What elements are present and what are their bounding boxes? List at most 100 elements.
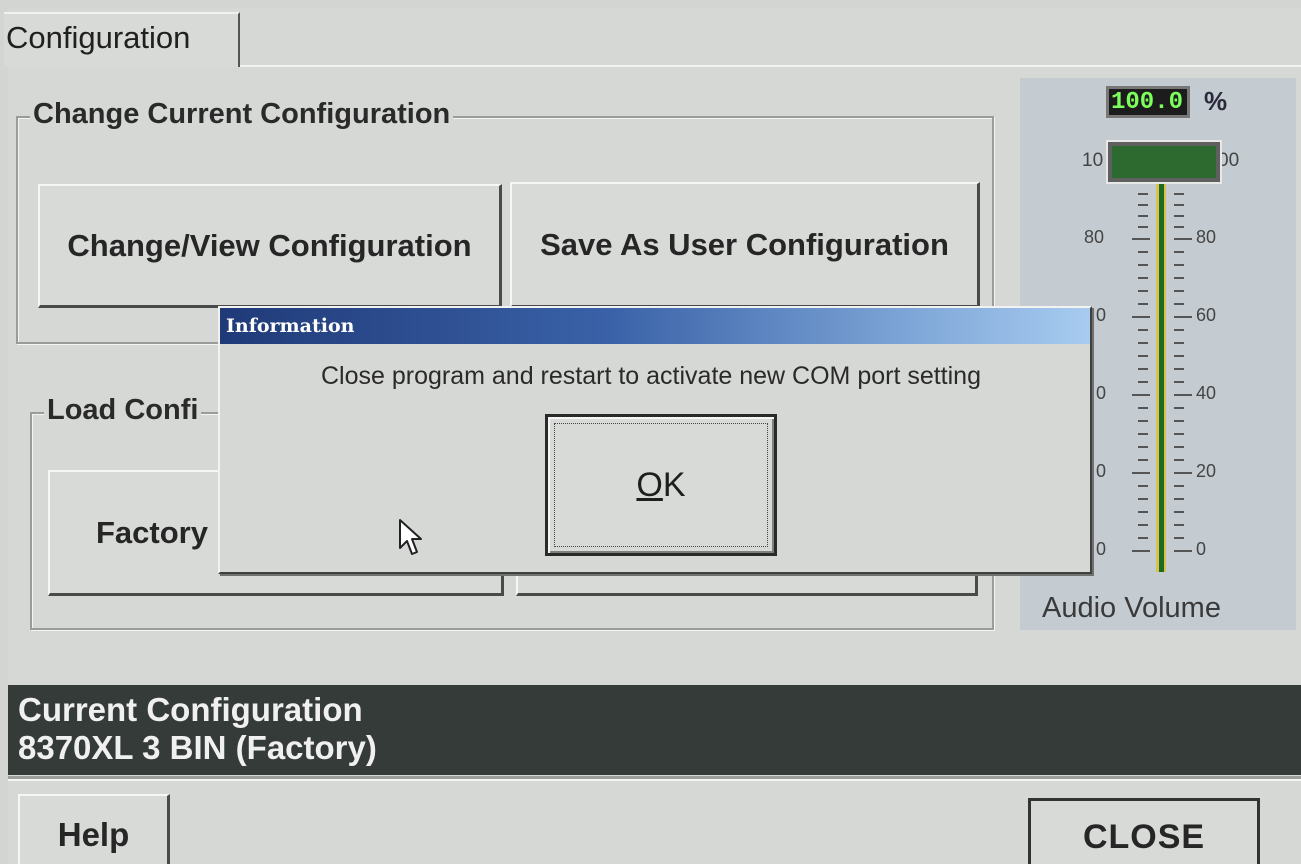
close-button-label: CLOSE bbox=[1082, 818, 1206, 856]
volume-major-tick-right bbox=[1174, 394, 1192, 396]
volume-minor-tick bbox=[1174, 459, 1184, 461]
volume-minor-tick bbox=[1138, 420, 1148, 422]
volume-minor-tick bbox=[1138, 329, 1148, 331]
factory-configuration-label: Factory bbox=[96, 514, 208, 550]
volume-major-tick-right bbox=[1174, 238, 1192, 240]
mouse-pointer-icon bbox=[399, 519, 422, 555]
volume-minor-tick bbox=[1138, 485, 1148, 487]
volume-scale-label-right: 20 bbox=[1196, 461, 1217, 481]
volume-minor-tick bbox=[1174, 446, 1184, 448]
volume-minor-tick bbox=[1138, 537, 1148, 539]
save-as-user-configuration-button[interactable]: Save As User Configuration bbox=[510, 182, 980, 308]
footer-divider-highlight bbox=[8, 779, 1301, 781]
volume-minor-tick bbox=[1138, 511, 1148, 513]
volume-scale-label-left: 0 bbox=[1096, 539, 1107, 559]
dialog-title-bar[interactable]: Information bbox=[220, 308, 1090, 344]
volume-minor-tick bbox=[1138, 204, 1148, 206]
volume-minor-tick bbox=[1174, 277, 1184, 279]
volume-minor-tick bbox=[1138, 193, 1148, 195]
volume-minor-tick bbox=[1174, 329, 1184, 331]
change-view-configuration-label: Change/View Configuration bbox=[67, 227, 472, 263]
volume-minor-tick bbox=[1174, 381, 1184, 383]
information-dialog: Information Close program and restart to… bbox=[218, 306, 1092, 574]
volume-scale-label-right: 40 bbox=[1196, 383, 1217, 403]
volume-minor-tick bbox=[1174, 433, 1184, 435]
volume-minor-tick bbox=[1174, 355, 1184, 357]
tab-configuration-label: Configuration bbox=[6, 20, 191, 55]
change-configuration-group-title: Change Current Configuration bbox=[30, 98, 454, 131]
volume-scale-label-left: 0 bbox=[1096, 305, 1107, 325]
volume-slider-track[interactable] bbox=[1156, 182, 1166, 572]
help-button[interactable]: Help bbox=[18, 794, 170, 864]
volume-minor-tick bbox=[1174, 511, 1184, 513]
volume-percent-unit: % bbox=[1204, 86, 1228, 116]
volume-minor-tick bbox=[1138, 215, 1148, 217]
save-as-user-configuration-label: Save As User Configuration bbox=[540, 226, 949, 262]
volume-minor-tick bbox=[1138, 355, 1148, 357]
volume-minor-tick bbox=[1138, 498, 1148, 500]
volume-minor-tick bbox=[1174, 498, 1184, 500]
volume-minor-tick bbox=[1174, 407, 1184, 409]
volume-major-tick-left bbox=[1132, 238, 1150, 240]
dialog-message: Close program and restart to activate ne… bbox=[320, 362, 981, 390]
volume-major-tick-left bbox=[1132, 472, 1150, 474]
volume-minor-tick bbox=[1174, 485, 1184, 487]
volume-major-tick-right bbox=[1174, 316, 1192, 318]
volume-minor-tick bbox=[1174, 226, 1184, 228]
current-configuration-value: 8370XL 3 BIN (Factory) bbox=[18, 729, 377, 766]
volume-minor-tick bbox=[1138, 407, 1148, 409]
volume-minor-tick bbox=[1138, 446, 1148, 448]
volume-major-tick-left bbox=[1132, 316, 1150, 318]
volume-scale-label-right: 60 bbox=[1196, 305, 1217, 325]
volume-minor-tick bbox=[1138, 264, 1148, 266]
volume-minor-tick bbox=[1138, 433, 1148, 435]
change-view-configuration-button[interactable]: Change/View Configuration bbox=[38, 184, 502, 308]
volume-scale-label-left: 0 bbox=[1096, 461, 1107, 481]
configuration-window: Configuration Change Current Configurati… bbox=[4, 8, 1301, 864]
volume-minor-tick bbox=[1174, 303, 1184, 305]
volume-minor-tick bbox=[1138, 251, 1148, 253]
volume-minor-tick bbox=[1174, 537, 1184, 539]
tab-configuration[interactable]: Configuration bbox=[4, 12, 240, 67]
volume-minor-tick bbox=[1174, 342, 1184, 344]
close-button[interactable]: CLOSE bbox=[1028, 798, 1260, 864]
ok-button[interactable]: OK bbox=[545, 414, 777, 556]
audio-volume-caption: Audio Volume bbox=[1042, 592, 1221, 624]
volume-minor-tick bbox=[1174, 251, 1184, 253]
ok-focus-rect bbox=[554, 423, 768, 547]
volume-minor-tick bbox=[1174, 215, 1184, 217]
volume-major-tick-left bbox=[1132, 550, 1150, 552]
volume-scale-label-right: 80 bbox=[1196, 227, 1217, 247]
volume-minor-tick bbox=[1138, 303, 1148, 305]
volume-minor-tick bbox=[1174, 524, 1184, 526]
volume-label-top-left: 10 bbox=[1082, 150, 1104, 171]
volume-minor-tick bbox=[1174, 193, 1184, 195]
volume-minor-tick bbox=[1174, 264, 1184, 266]
volume-minor-tick bbox=[1174, 204, 1184, 206]
volume-minor-tick bbox=[1138, 277, 1148, 279]
volume-major-tick-left bbox=[1132, 394, 1150, 396]
volume-minor-tick bbox=[1138, 524, 1148, 526]
volume-readout: 100.0 bbox=[1106, 86, 1190, 118]
volume-scale-label-left: 80 bbox=[1084, 227, 1105, 247]
current-configuration-bar: Current Configuration 8370XL 3 BIN (Fact… bbox=[8, 685, 1301, 775]
volume-minor-tick bbox=[1138, 368, 1148, 370]
load-configuration-group-title: Load Confi bbox=[44, 394, 202, 427]
volume-scale-label-right: 0 bbox=[1196, 539, 1207, 559]
volume-minor-tick bbox=[1138, 342, 1148, 344]
dialog-title: Information bbox=[226, 315, 355, 337]
volume-minor-tick bbox=[1138, 290, 1148, 292]
volume-minor-tick bbox=[1138, 459, 1148, 461]
volume-minor-tick bbox=[1174, 368, 1184, 370]
volume-major-tick-right bbox=[1174, 550, 1192, 552]
volume-major-tick-right bbox=[1174, 472, 1192, 474]
volume-label-top-right: 00 bbox=[1218, 150, 1240, 171]
volume-minor-tick bbox=[1174, 290, 1184, 292]
volume-minor-tick bbox=[1138, 381, 1148, 383]
help-button-label: Help bbox=[57, 816, 130, 853]
volume-scale-label-left: 0 bbox=[1096, 383, 1107, 403]
current-configuration-heading: Current Configuration bbox=[18, 691, 363, 728]
volume-slider-thumb[interactable] bbox=[1108, 142, 1220, 182]
volume-minor-tick bbox=[1138, 226, 1148, 228]
volume-minor-tick bbox=[1174, 420, 1184, 422]
